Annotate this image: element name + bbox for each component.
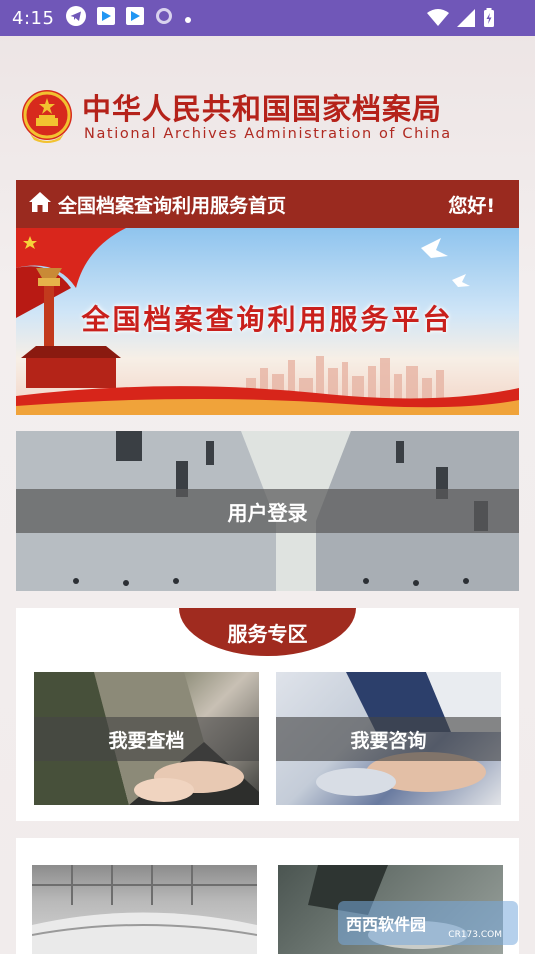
site-watermark: 西西软件园 CR173.COM — [338, 901, 518, 945]
telegram-icon — [66, 6, 87, 30]
watermark-text: 西西软件园 — [346, 915, 427, 934]
title-bar: 全国档案查询利用服务首页 您好! — [16, 180, 519, 228]
national-emblem-icon — [20, 88, 74, 146]
user-login-tile[interactable]: 用户登录 — [16, 431, 519, 591]
consultation-button[interactable]: 我要咨询 — [276, 717, 501, 761]
service-zone-tab: 服务专区 — [179, 608, 356, 656]
dot-icon — [184, 9, 192, 28]
banner-title: 全国档案查询利用服务平台 — [81, 303, 454, 336]
consultation-card[interactable]: 我要咨询 — [276, 672, 501, 805]
wifi-icon — [427, 9, 449, 31]
play-store-icon — [126, 7, 145, 29]
battery-charging-icon — [483, 8, 495, 32]
status-bar: 4:15 — [0, 0, 535, 36]
watermark-sub: CR173.COM — [448, 930, 502, 940]
header-logo: 中华人民共和国国家档案局 National Archives Administr… — [20, 86, 460, 150]
building-image[interactable] — [32, 865, 257, 954]
sync-circle-icon — [155, 7, 173, 29]
org-name-en: National Archives Administration of Chin… — [84, 126, 452, 142]
archive-query-card[interactable]: 我要查档 — [34, 672, 259, 805]
home-icon[interactable] — [28, 191, 52, 217]
service-zone: 服务专区 我要查档 我要咨询 — [16, 608, 519, 821]
archive-query-button[interactable]: 我要查档 — [34, 717, 259, 761]
user-login-button[interactable]: 用户登录 — [16, 489, 519, 533]
platform-banner: 全国档案查询利用服务平台 — [16, 228, 519, 415]
building-photo — [32, 865, 257, 954]
play-store-icon — [97, 7, 116, 29]
signal-icon — [457, 9, 475, 31]
greeting: 您好! — [448, 194, 495, 217]
page-title: 全国档案查询利用服务首页 — [58, 194, 287, 217]
status-time: 4:15 — [12, 7, 55, 29]
org-name-cn: 中华人民共和国国家档案局 — [82, 92, 443, 126]
